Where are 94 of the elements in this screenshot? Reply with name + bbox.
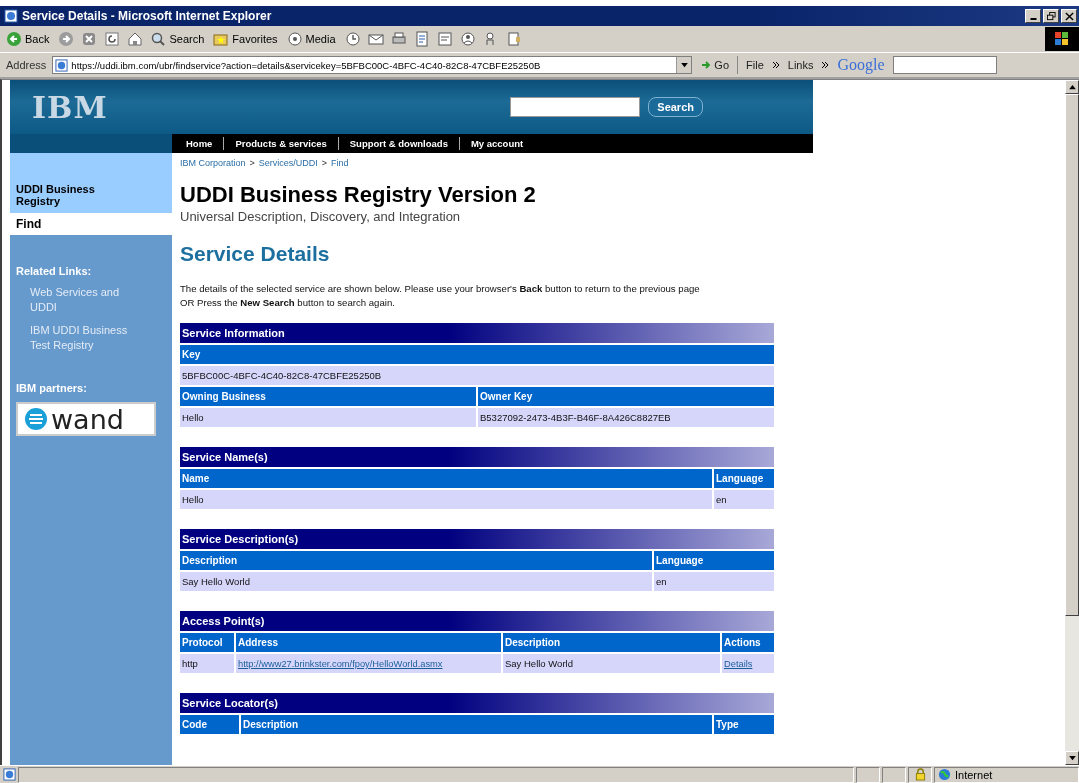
table-title-bar: Service Description(s)	[180, 528, 774, 549]
breadcrumb-separator: >	[249, 158, 255, 168]
table-cell: en	[714, 489, 774, 509]
dropdown-button[interactable]	[676, 57, 692, 73]
table-cell: B5327092-2473-4B3F-B46F-8A426C8827EB	[478, 407, 774, 427]
address-field[interactable]: https://uddi.ibm.com/ubr/findservice?action=details&servicekey=5BFBC00C-4BFC-4C40-82C8-47CBFE25250B	[52, 56, 693, 74]
partner-logo[interactable]: wand	[16, 402, 156, 437]
google-search-field[interactable]	[892, 56, 997, 74]
scroll-up-icon[interactable]	[1068, 84, 1076, 90]
table-title-bar: Service Name(s)	[180, 446, 774, 467]
sidebar-item[interactable]: Find	[10, 213, 172, 235]
window-title: Service Details - Microsoft Internet Explorer	[22, 9, 273, 23]
search-button[interactable]: Search	[648, 97, 703, 117]
table-cell: Say Hello World	[503, 653, 720, 673]
toolbar-button[interactable]: Search	[148, 31, 209, 47]
table-title-bar: Service Locator(s)	[180, 692, 774, 713]
section-heading: Service Details	[180, 242, 331, 266]
zone-label: Internet	[955, 768, 993, 781]
nav-link[interactable]: Support & downloads	[349, 138, 448, 149]
table-cell: en	[654, 571, 774, 591]
file-menu[interactable]: File	[744, 59, 766, 71]
page-subtitle: Universal Description, Discovery, and Integration	[180, 209, 462, 224]
caret-icon	[680, 62, 688, 68]
scroll-down-icon[interactable]	[1068, 755, 1076, 761]
cell-link[interactable]: http://www27.brinkster.com/fpoy/HelloWorld.asmx	[238, 658, 443, 669]
column-header: Type	[714, 714, 774, 734]
go-button[interactable]: Go	[698, 59, 732, 71]
vertical-scrollbar[interactable]	[1065, 80, 1079, 765]
links-button[interactable]: Links	[785, 59, 816, 71]
column-header: Actions	[722, 632, 774, 652]
browser-icon	[4, 9, 18, 23]
column-header: Description	[503, 632, 720, 652]
related-links-heading: Related Links:	[16, 265, 93, 277]
intro-text: The details of the selected service are shown below. Please use your browser's Back button to return to the previous page OR Press the New Search button to search again.	[180, 282, 700, 311]
column-header: Code	[180, 714, 239, 734]
stop-icon[interactable]	[81, 31, 98, 47]
breadcrumb-link[interactable]: Find	[331, 158, 349, 168]
nav-link[interactable]: Products & services	[235, 138, 327, 149]
table-cell: Hello	[180, 407, 476, 427]
column-header: Name	[180, 468, 712, 488]
mail-icon[interactable]	[367, 31, 384, 47]
refresh-icon[interactable]	[104, 31, 121, 47]
breadcrumb-separator: >	[321, 158, 328, 168]
status-panel	[856, 766, 880, 783]
toolbar-button[interactable]: Media	[284, 31, 340, 47]
breadcrumb-link[interactable]: Services/UDDI	[258, 158, 318, 168]
toolbar-button[interactable]: Back	[4, 31, 54, 47]
page-title: UDDI Business Registry Version 2	[180, 182, 537, 208]
home-icon[interactable]	[127, 31, 144, 47]
column-header: Language	[654, 550, 774, 570]
search-icon	[150, 31, 167, 47]
column-header: Language	[714, 468, 774, 488]
address-label: Address	[6, 59, 47, 71]
table-cell: Say Hello World	[180, 571, 652, 591]
arrow-icon	[700, 59, 713, 71]
windows-logo-icon	[1045, 27, 1079, 51]
status-panel	[882, 766, 906, 783]
partners-heading: IBM partners:	[16, 382, 88, 395]
minimize-button[interactable]	[1025, 9, 1041, 23]
column-header: Description	[180, 550, 652, 570]
table-cell: 5BFBC00C-4BFC-4C40-82C8-47CBFE25250B	[180, 365, 774, 385]
cell-link[interactable]: Details	[724, 658, 753, 669]
printer-icon[interactable]	[390, 31, 407, 47]
column-header: Address	[236, 632, 501, 652]
ibm-logo: IBM	[32, 89, 108, 125]
document-icon[interactable]	[413, 31, 430, 47]
maximize-button[interactable]	[1043, 9, 1059, 23]
column-header: Description	[241, 714, 712, 734]
close-icon	[1064, 11, 1074, 21]
restore-icon	[1046, 11, 1056, 21]
minimize-icon	[1029, 18, 1037, 20]
search-field[interactable]	[510, 97, 641, 117]
table-title-bar: Service Information	[180, 322, 774, 343]
column-header: Key	[180, 344, 774, 364]
sidebar-item[interactable]: UDDI Business Registry	[10, 153, 172, 213]
column-header: Owner Key	[478, 386, 774, 406]
star-folder-icon	[213, 31, 230, 47]
media-icon	[286, 31, 303, 47]
chevron-icon[interactable]	[821, 61, 830, 69]
nav-link[interactable]: Home	[186, 138, 213, 149]
table-title-bar: Access Point(s)	[180, 610, 774, 631]
chevron-icon[interactable]	[771, 61, 780, 69]
close-button[interactable]	[1061, 9, 1077, 23]
toolbar-button[interactable]: Favorites	[211, 31, 282, 47]
breadcrumb-link[interactable]: IBM Corporation	[180, 158, 246, 168]
page-icon	[55, 58, 69, 72]
person-icon[interactable]	[459, 31, 476, 47]
globe-icon	[938, 768, 951, 781]
nav-link[interactable]: My account	[470, 138, 524, 149]
table-cell: Hello	[180, 489, 712, 509]
column-header: Owning Business	[180, 386, 476, 406]
column-header: Protocol	[180, 632, 234, 652]
table-cell: http	[180, 653, 234, 673]
history-icon[interactable]	[344, 31, 361, 47]
